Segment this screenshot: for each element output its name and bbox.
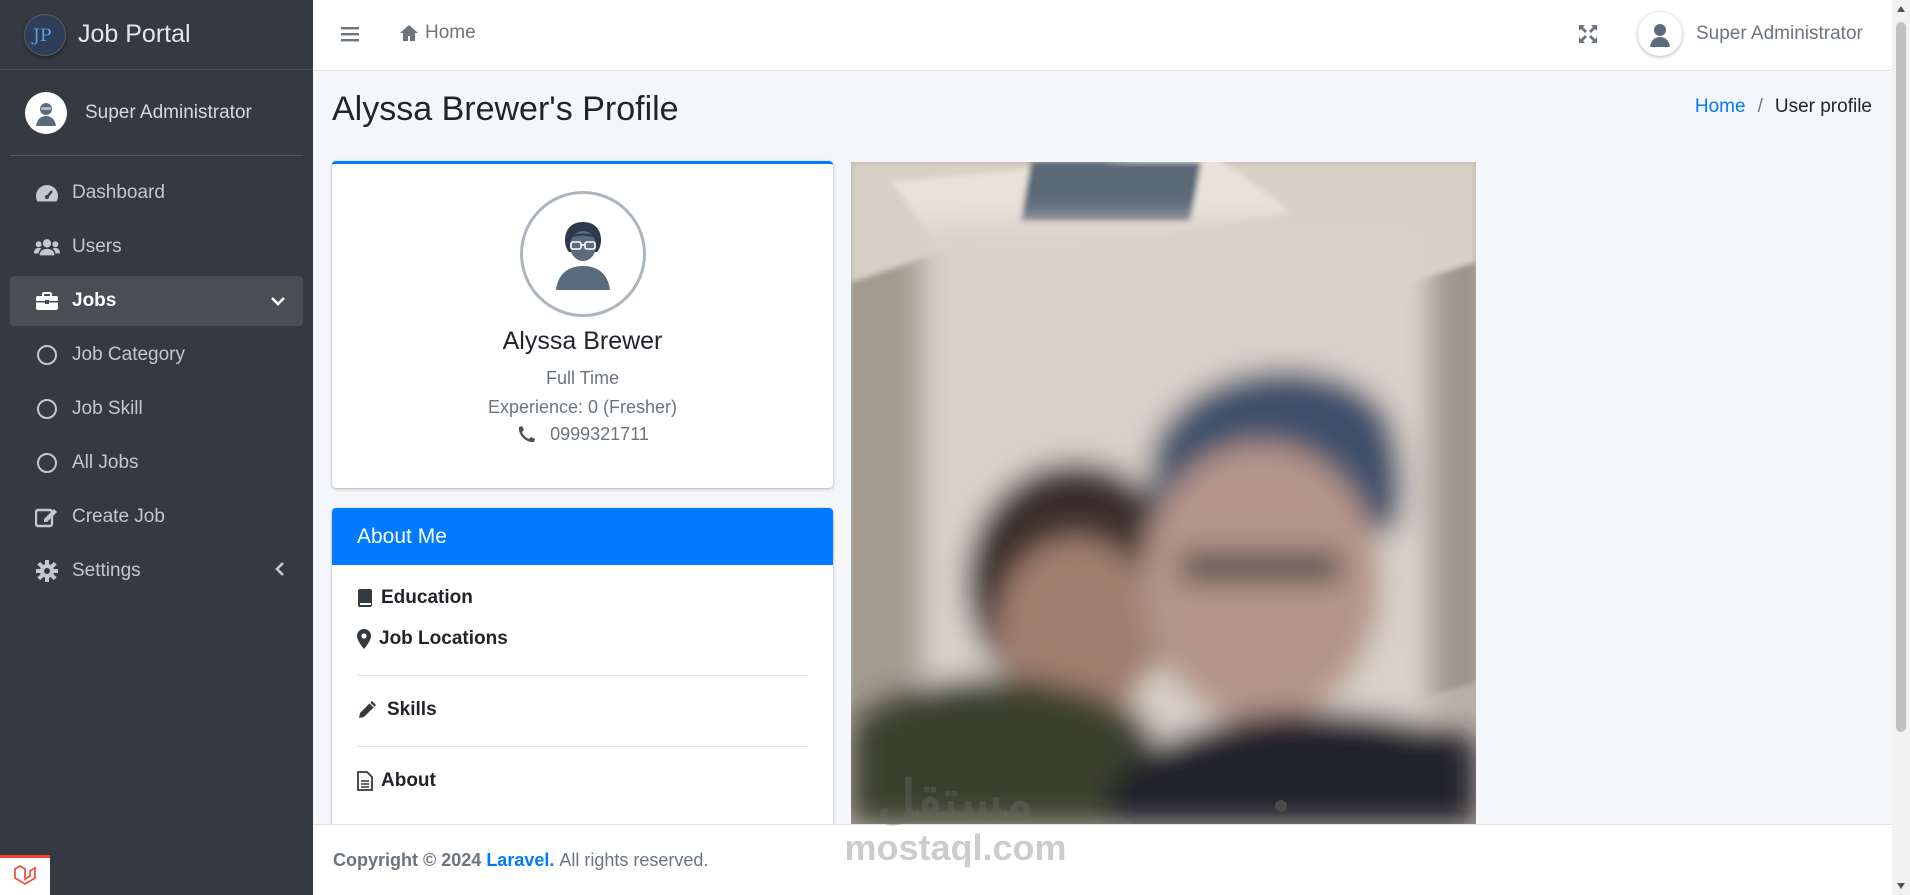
about-card-title: About Me	[332, 508, 833, 565]
sidebar-item-create-job[interactable]: Create Job	[10, 492, 303, 542]
divider	[357, 675, 808, 676]
about-skills-label: Skills	[387, 699, 437, 720]
sidebar-item-job-category[interactable]: Job Category	[10, 330, 303, 380]
top-user-name: Super Administrator	[1696, 23, 1863, 44]
sidebar-item-job-skill[interactable]: Job Skill	[10, 384, 303, 434]
menu-toggle-icon[interactable]	[341, 25, 359, 48]
laravel-debugbar-icon[interactable]	[0, 855, 50, 895]
sidebar-item-all-jobs[interactable]: All Jobs	[10, 438, 303, 488]
sidebar-item-label: Job Skill	[72, 398, 143, 419]
about-about-label: About	[381, 770, 436, 791]
about-education-label: Education	[381, 587, 473, 608]
footer-rights: All rights reserved.	[559, 849, 709, 870]
user-avatar-icon	[1650, 24, 1670, 47]
profile-experience: Experience: 0 (Fresher)	[487, 397, 678, 417]
sidebar-item-label: Jobs	[72, 290, 117, 311]
profile-employment: Full Time	[545, 368, 619, 388]
about-skills: Skills	[357, 699, 808, 721]
book-icon	[358, 589, 372, 607]
circle-icon	[37, 453, 57, 473]
profile-name: Alyssa Brewer	[502, 327, 663, 355]
scrollbar-thumb[interactable]	[1896, 22, 1906, 732]
circle-icon	[37, 399, 57, 419]
home-icon	[400, 25, 418, 41]
chevron-down-icon	[271, 290, 285, 312]
sidebar-item-label: Users	[72, 236, 122, 257]
profile-phone: 0999321711	[332, 424, 833, 445]
breadcrumb-current: User profile	[1774, 96, 1872, 117]
users-icon	[34, 235, 60, 259]
breadcrumb-separator: /	[1757, 96, 1763, 117]
chevron-left-icon	[275, 560, 285, 582]
user-avatar-icon	[555, 222, 610, 290]
brand-logo: JP	[24, 13, 66, 56]
about-locations-label: Job Locations	[379, 628, 508, 649]
sidebar-item-jobs[interactable]: Jobs	[10, 276, 303, 326]
page-scrollbar[interactable]	[1892, 0, 1910, 895]
breadcrumb: Home / User profile	[1695, 96, 1872, 118]
sidebar-item-label: Job Category	[72, 344, 186, 365]
about-card: About Me Education Job Locations Skills …	[332, 508, 833, 838]
svg-text:JP: JP	[31, 26, 51, 46]
sidebar-item-label: Dashboard	[72, 182, 165, 203]
fullscreen-icon[interactable]	[1578, 24, 1598, 49]
circle-icon	[37, 345, 57, 365]
gear-icon	[34, 559, 60, 583]
sidebar-item-settings[interactable]: Settings	[10, 546, 303, 596]
footer-copyright: Copyright © 2024	[333, 849, 482, 870]
divider	[357, 746, 808, 747]
sidebar: JP Job Portal Super Administrator Dashbo…	[0, 0, 313, 895]
about-education: Education	[357, 587, 808, 609]
top-navbar: Home Super Administrator	[313, 0, 1892, 71]
edit-icon	[34, 505, 60, 529]
pencil-icon	[359, 701, 376, 718]
phone-icon	[519, 425, 536, 442]
sidebar-item-label: All Jobs	[72, 452, 139, 473]
about-locations: Job Locations	[357, 628, 808, 650]
top-home-label: Home	[425, 22, 476, 43]
briefcase-icon	[34, 289, 60, 313]
profile-phone-number: 0999321711	[550, 424, 649, 444]
top-user-avatar	[1638, 12, 1682, 56]
sidebar-item-label: Create Job	[72, 506, 165, 527]
scroll-up-arrow-icon[interactable]	[1897, 6, 1905, 12]
tachometer-icon	[34, 181, 60, 205]
sidebar-nav: Dashboard Users Jobs Job Category Job Sk…	[0, 156, 313, 596]
page-title: Alyssa Brewer's Profile	[332, 90, 679, 128]
top-user-menu[interactable]: Super Administrator	[1638, 12, 1863, 56]
user-avatar	[25, 91, 67, 134]
brand-name: Job Portal	[78, 20, 191, 48]
file-text-icon	[357, 771, 373, 791]
user-avatar-icon	[36, 102, 56, 126]
scroll-down-arrow-icon[interactable]	[1897, 883, 1905, 889]
brand-link[interactable]: JP Job Portal	[0, 0, 313, 70]
profile-card: Alyssa Brewer Full Time Experience: 0 (F…	[332, 161, 833, 488]
breadcrumb-home[interactable]: Home	[1695, 96, 1746, 118]
map-marker-icon	[357, 629, 371, 649]
sidebar-item-users[interactable]: Users	[10, 222, 303, 272]
profile-avatar	[519, 191, 646, 317]
about-about: About	[357, 770, 808, 792]
sidebar-user-panel[interactable]: Super Administrator	[10, 70, 303, 156]
footer-laravel-link[interactable]: Laravel.	[486, 850, 554, 871]
profile-photo	[851, 162, 1476, 824]
sidebar-item-dashboard[interactable]: Dashboard	[10, 168, 303, 218]
footer: Copyright © 2024 Laravel. All rights res…	[313, 824, 1892, 895]
sidebar-user-name: Super Administrator	[85, 101, 252, 123]
top-home-link[interactable]: Home	[399, 22, 476, 44]
sidebar-item-label: Settings	[72, 560, 141, 581]
